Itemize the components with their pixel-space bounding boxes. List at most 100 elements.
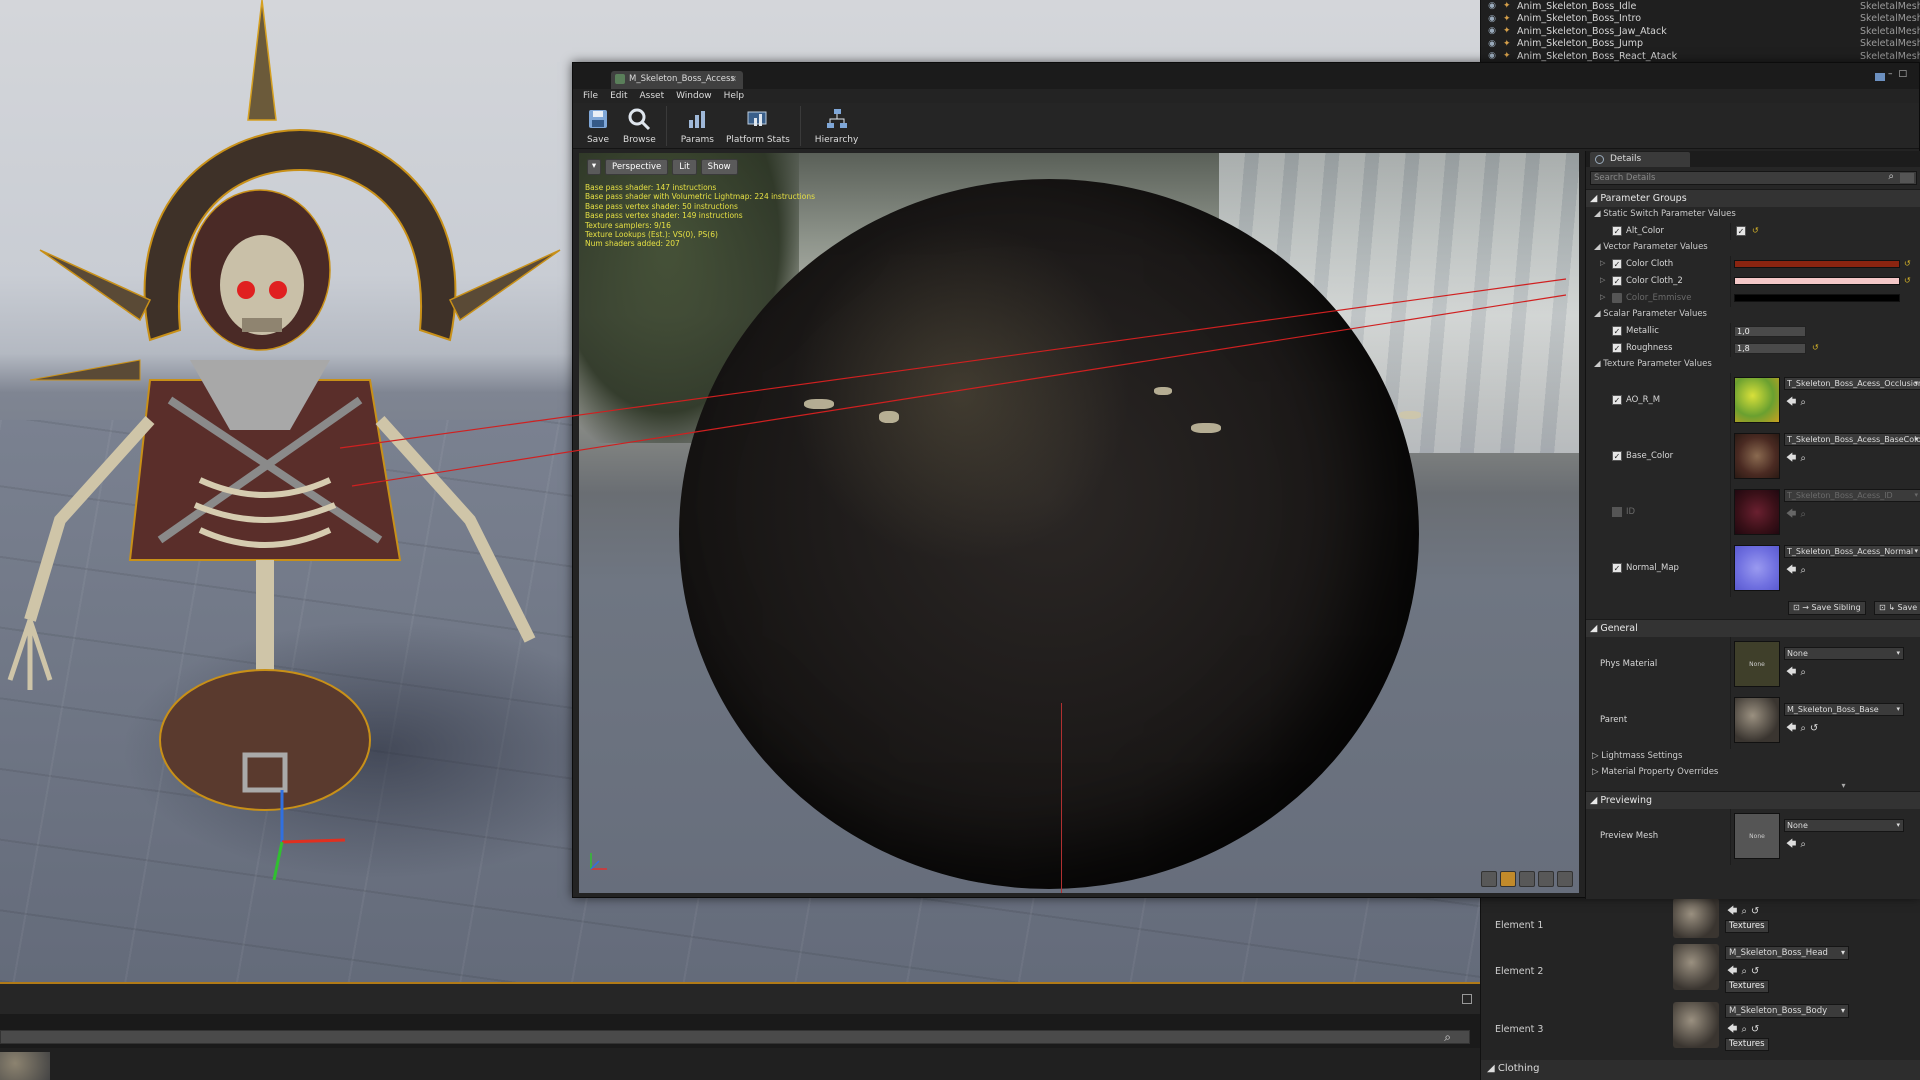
preview-sphere[interactable] — [679, 179, 1419, 889]
textures-dropdown[interactable]: Textures — [1725, 1038, 1769, 1051]
save-button[interactable]: Save — [579, 103, 617, 149]
asset-tools[interactable]: 🡄⌕ — [1786, 507, 1810, 524]
color-swatch[interactable] — [1734, 294, 1900, 302]
texture-thumbnail[interactable] — [1734, 489, 1780, 535]
asset-tools[interactable]: 🡄⌕↺ — [1727, 904, 1763, 921]
asset-row[interactable]: ◉ ✦ Anim_Skeleton_Boss_React_Atack Skele… — [1481, 50, 1920, 63]
browse-button[interactable]: Browse — [617, 103, 662, 149]
asset-row[interactable]: ◉ ✦ Anim_Skeleton_Boss_Idle SkeletalMesh… — [1481, 0, 1920, 13]
eye-icon[interactable]: ◉ — [1481, 51, 1503, 61]
textures-dropdown[interactable]: Textures — [1725, 980, 1769, 993]
preview-mesh-thumbnail[interactable]: None — [1734, 813, 1780, 859]
material-preview-viewport[interactable]: ▾ Perspective Lit Show Base pass shader:… — [579, 153, 1579, 893]
asset-row[interactable]: ◉ ✦ Anim_Skeleton_Boss_Intro SkeletalMes… — [1481, 13, 1920, 26]
asset-tools[interactable]: 🡄⌕ — [1786, 665, 1810, 682]
scalar-params-header[interactable]: ◢ Scalar Parameter Values — [1586, 307, 1920, 323]
skeleton-boss-character[interactable] — [0, 0, 600, 881]
asset-row[interactable]: ◉ ✦ Anim_Skeleton_Boss_Jaw_Atack Skeleta… — [1481, 25, 1920, 38]
roughness-value-input[interactable]: 1,8 — [1734, 343, 1806, 354]
asset-tools[interactable]: 🡄⌕ — [1786, 563, 1810, 580]
mesh-preview-button[interactable] — [1557, 871, 1573, 887]
metallic-value-input[interactable]: 1,0 — [1734, 326, 1806, 337]
pin-icon[interactable] — [1875, 73, 1885, 81]
content-search-bar[interactable]: ⌕ — [0, 1030, 1470, 1044]
details-search-input[interactable]: Search Details ⌕ — [1590, 171, 1917, 185]
asset-thumbnail[interactable] — [0, 1052, 50, 1080]
lit-button[interactable]: Lit — [672, 159, 697, 175]
search-icon[interactable]: ⌕ — [1444, 1030, 1451, 1045]
color-swatch[interactable] — [1734, 260, 1900, 268]
asset-row[interactable]: ◉ ✦ Anim_Skeleton_Boss_Jump SkeletalMesh… — [1481, 38, 1920, 51]
expand-icon[interactable]: ▷ — [1600, 293, 1605, 301]
override-checkbox[interactable] — [1612, 293, 1622, 303]
material-overrides-row[interactable]: ▷ Material Property Overrides — [1586, 765, 1920, 781]
cylinder-preview-button[interactable] — [1481, 871, 1497, 887]
override-checkbox[interactable]: ✓ — [1612, 563, 1622, 573]
hierarchy-button[interactable]: Hierarchy — [809, 103, 865, 149]
texture-asset-dropdown[interactable]: T_Skeleton_Boss_Acess_ID — [1784, 489, 1920, 502]
phys-material-dropdown[interactable]: None — [1784, 647, 1904, 660]
eye-icon[interactable]: ◉ — [1481, 26, 1503, 36]
override-checkbox[interactable] — [1612, 507, 1622, 517]
material-dropdown[interactable]: M_Skeleton_Boss_Body — [1725, 1004, 1849, 1018]
more-chevron-icon[interactable]: ▾ — [1586, 781, 1920, 791]
general-header[interactable]: ◢ General — [1586, 619, 1920, 637]
material-thumbnail[interactable] — [1673, 1002, 1719, 1048]
texture-thumbnail[interactable] — [1734, 433, 1780, 479]
viewport-options-button[interactable]: ▾ — [587, 159, 601, 175]
material-tab[interactable]: M_Skeleton_Boss_Access × — [611, 71, 743, 89]
material-editor-window[interactable]: M_Skeleton_Boss_Access × –□ File Edit As… — [572, 62, 1920, 899]
sphere-preview-button[interactable] — [1500, 871, 1516, 887]
parameter-groups-header[interactable]: ◢ Parameter Groups — [1586, 189, 1920, 207]
menu-asset[interactable]: Asset — [640, 89, 665, 103]
material-thumbnail[interactable] — [1673, 944, 1719, 990]
override-checkbox[interactable]: ✓ — [1612, 395, 1622, 405]
cube-preview-button[interactable] — [1538, 871, 1554, 887]
menu-window[interactable]: Window — [676, 89, 712, 103]
asset-tools[interactable]: 🡄⌕ — [1786, 395, 1810, 412]
platform-stats-button[interactable]: Platform Stats — [720, 103, 796, 149]
menu-help[interactable]: Help — [724, 89, 745, 103]
static-switch-header[interactable]: ◢ Static Switch Parameter Values — [1586, 207, 1920, 223]
override-checkbox[interactable]: ✓ — [1612, 259, 1622, 269]
asset-tools[interactable]: 🡄⌕ — [1786, 451, 1810, 468]
override-checkbox[interactable]: ✓ — [1612, 451, 1622, 461]
material-dropdown[interactable]: M_Skeleton_Boss_Head — [1725, 946, 1849, 960]
override-checkbox[interactable]: ✓ — [1612, 276, 1622, 286]
save-sibling-button[interactable]: ⊡ → Save Sibling — [1788, 601, 1866, 615]
view-options-icon[interactable] — [1900, 173, 1914, 183]
texture-asset-dropdown[interactable]: T_Skeleton_Boss_Acess_BaseColor — [1784, 433, 1920, 446]
texture-params-header[interactable]: ◢ Texture Parameter Values — [1586, 357, 1920, 373]
eye-icon[interactable]: ◉ — [1481, 1, 1503, 11]
reset-icon[interactable]: ↺ — [1812, 343, 1819, 352]
color-swatch[interactable] — [1734, 277, 1900, 285]
eye-icon[interactable]: ◉ — [1481, 39, 1503, 49]
expand-icon[interactable]: ▷ — [1600, 259, 1605, 267]
override-checkbox[interactable]: ✓ — [1612, 343, 1622, 353]
save-child-button[interactable]: ⊡ ↳ Save Cl — [1874, 601, 1920, 615]
close-icon[interactable]: × — [730, 74, 737, 83]
plane-preview-button[interactable] — [1519, 871, 1535, 887]
clothing-section-header[interactable]: ◢ Clothing — [1481, 1060, 1920, 1080]
window-controls[interactable]: –□ — [1888, 69, 1913, 79]
eye-icon[interactable]: ◉ — [1481, 14, 1503, 24]
texture-asset-dropdown[interactable]: T_Skeleton_Boss_Acess_OcclusionRoughness… — [1784, 377, 1920, 390]
vector-params-header[interactable]: ◢ Vector Parameter Values — [1586, 240, 1920, 256]
value-checkbox[interactable]: ✓ — [1736, 226, 1746, 236]
asset-tools[interactable]: 🡄⌕↺ — [1727, 1022, 1763, 1039]
menu-edit[interactable]: Edit — [610, 89, 627, 103]
lock-icon[interactable] — [1462, 994, 1472, 1004]
preview-mesh-dropdown[interactable]: None — [1784, 819, 1904, 832]
texture-asset-dropdown[interactable]: T_Skeleton_Boss_Acess_Normal — [1784, 545, 1920, 558]
asset-tools[interactable]: 🡄⌕ — [1786, 837, 1810, 854]
menu-file[interactable]: File — [583, 89, 598, 103]
details-tab[interactable]: Details — [1590, 152, 1690, 167]
reset-icon[interactable]: ↺ — [1752, 226, 1759, 235]
textures-dropdown[interactable]: Textures — [1725, 920, 1769, 933]
parent-material-dropdown[interactable]: M_Skeleton_Boss_Base — [1784, 703, 1904, 716]
reset-icon[interactable]: ↺ — [1904, 259, 1911, 268]
params-button[interactable]: Params — [675, 103, 720, 149]
material-thumbnail[interactable] — [1673, 898, 1719, 938]
reset-icon[interactable]: ↺ — [1904, 276, 1911, 285]
show-button[interactable]: Show — [700, 159, 738, 175]
